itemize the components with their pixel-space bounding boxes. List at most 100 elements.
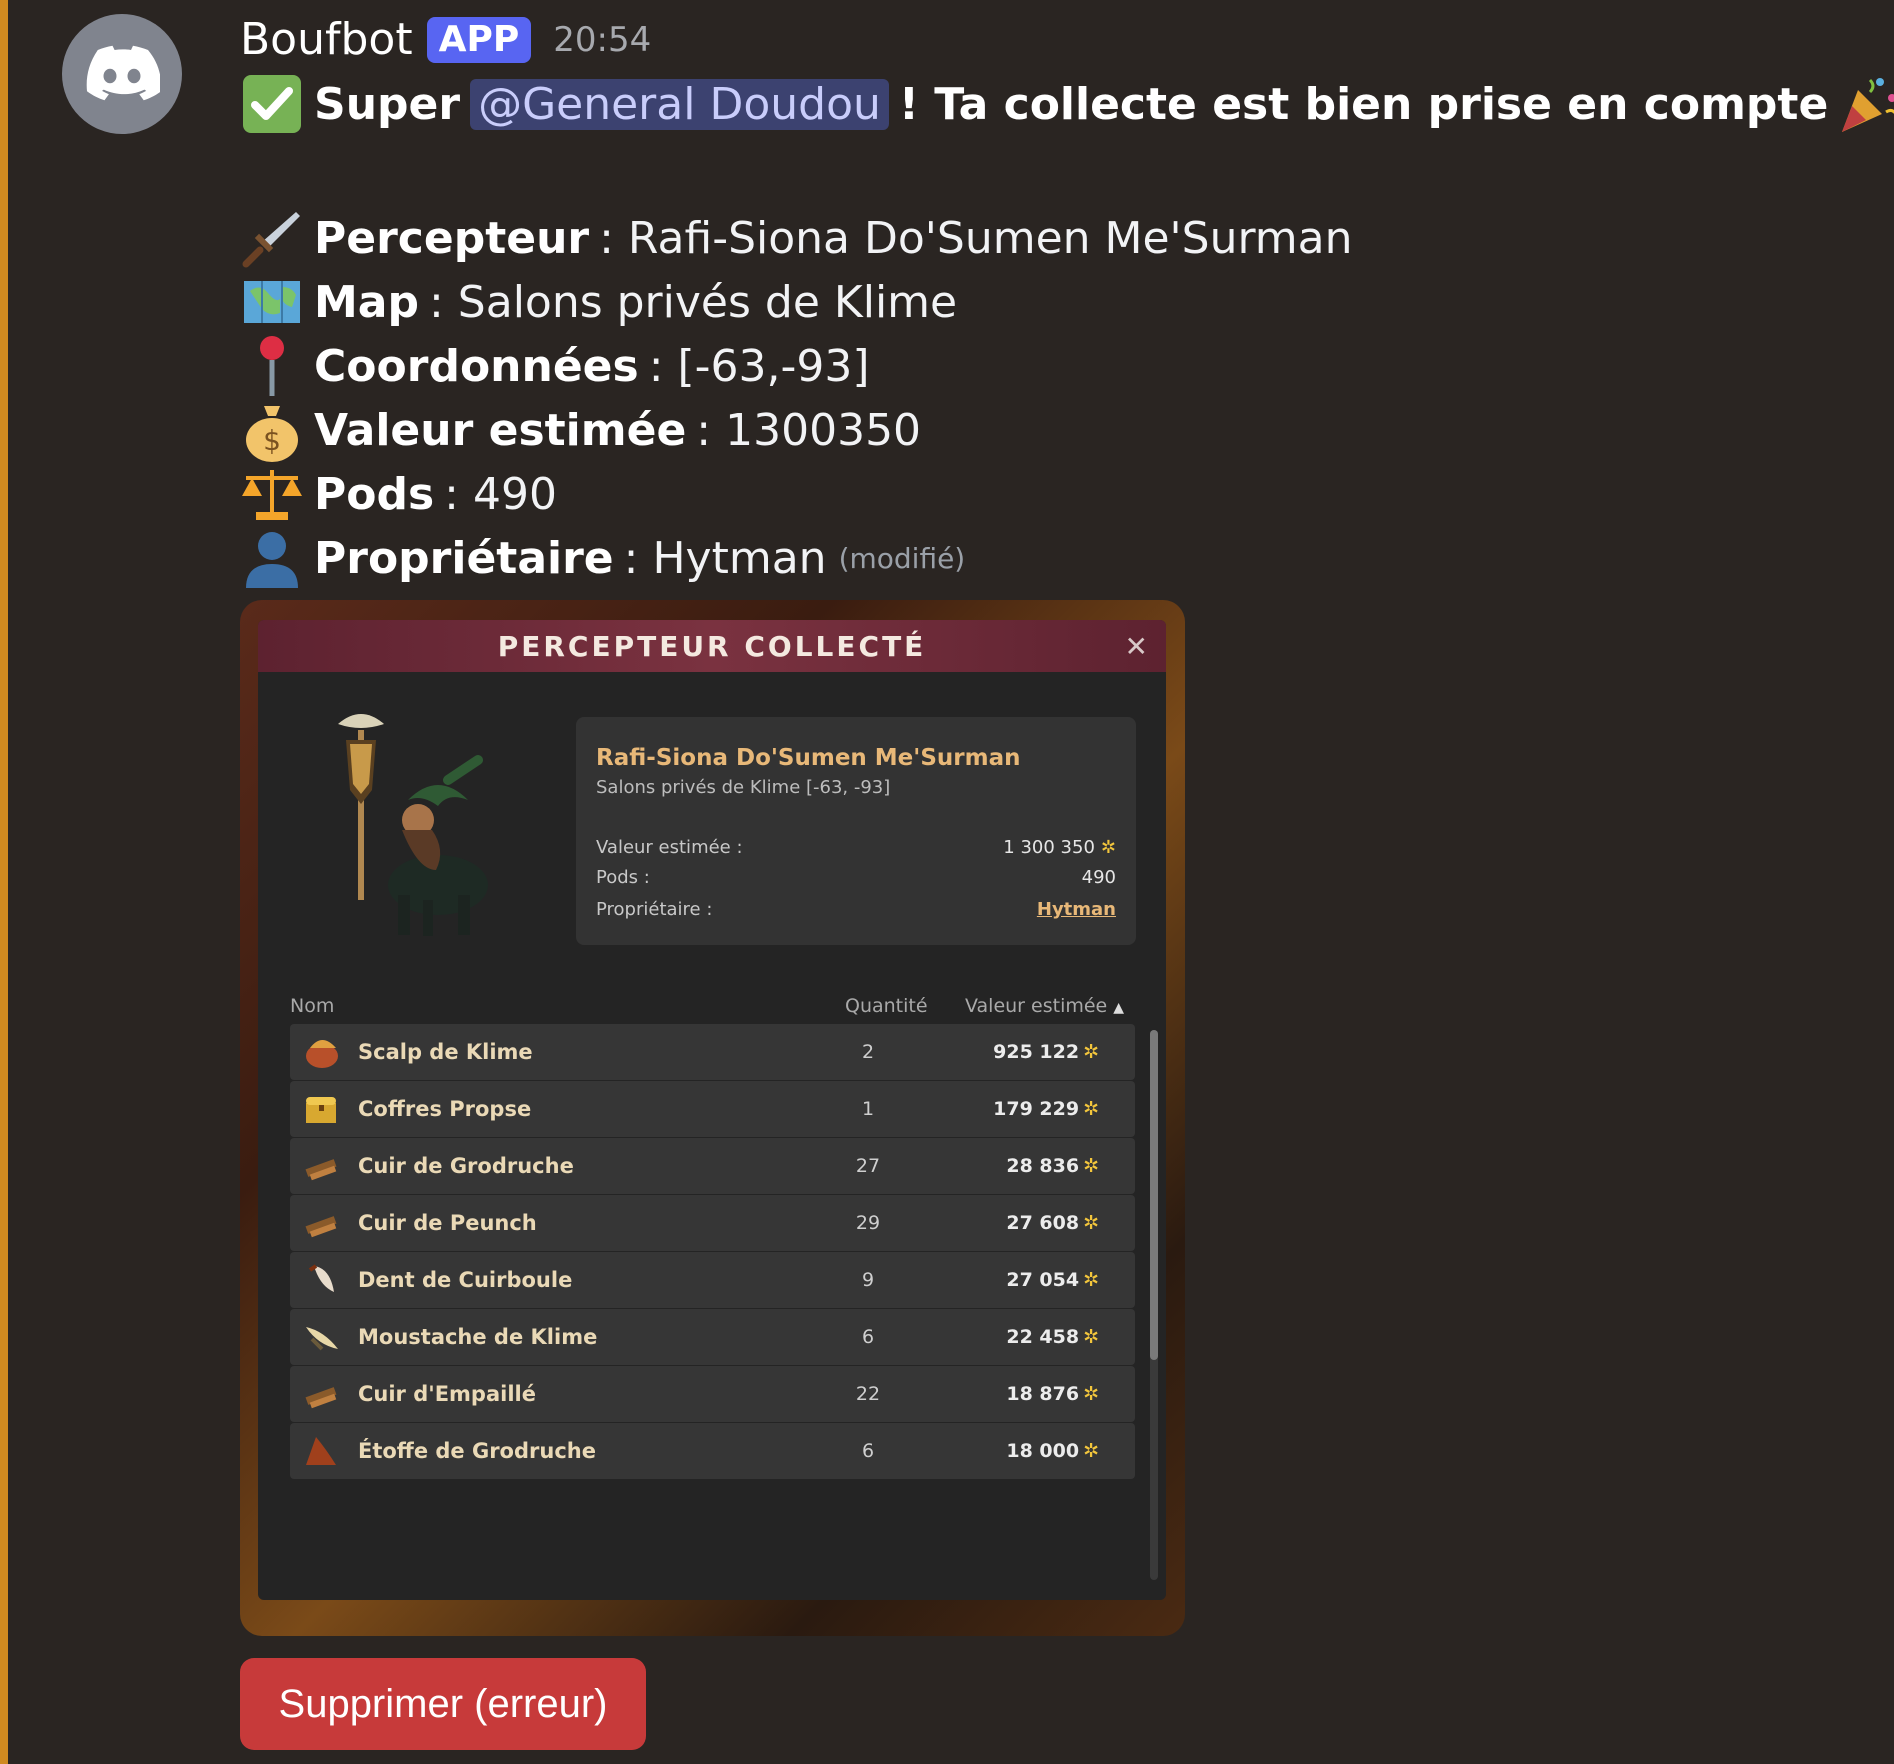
item-name: Moustache de Klime [358, 1325, 598, 1349]
message-header: Boufbot APP 20:54 [240, 14, 651, 65]
item-name: Cuir de Grodruche [358, 1154, 574, 1178]
item-value: 22 458 ✲ [1006, 1326, 1099, 1348]
field-percepteur: Percepteur : Rafi-Siona Do'Sumen Me'Surm… [240, 206, 1352, 270]
column-value-label: Valeur estimée [965, 995, 1108, 1017]
kama-icon: ✲ [1083, 1383, 1099, 1405]
info-row-value: Valeur estimée : 1 300 350 ✲ [596, 837, 1116, 858]
delete-error-button[interactable]: Supprimer (erreur) [240, 1658, 646, 1750]
field-pods: Pods : 490 [240, 462, 557, 526]
close-icon[interactable]: ✕ [1125, 630, 1148, 663]
item-value-amount: 28 836 [1006, 1155, 1080, 1177]
info-value: 1 300 350 ✲ [1003, 837, 1116, 858]
table-row[interactable]: Moustache de Klime 6 22 458 ✲ [290, 1309, 1135, 1365]
money-bag-icon: $ [240, 398, 304, 462]
table-row[interactable]: Dent de Cuirboule 9 27 054 ✲ [290, 1252, 1135, 1308]
column-value[interactable]: Valeur estimée ▲ [965, 995, 1124, 1017]
scrollbar[interactable] [1150, 1030, 1158, 1580]
table-row[interactable]: Cuir de Grodruche 27 28 836 ✲ [290, 1138, 1135, 1194]
field-value: : 490 [444, 468, 557, 520]
field-value-estimee: $ Valeur estimée : 1300350 [240, 398, 921, 462]
scalp-icon [300, 1032, 344, 1072]
item-name: Étoffe de Grodruche [358, 1439, 596, 1463]
kama-icon: ✲ [1100, 837, 1116, 858]
info-value-label: Valeur estimée : [596, 837, 743, 858]
panel-title-bar: PERCEPTEUR COLLECTÉ ✕ [258, 620, 1166, 672]
dagger-icon [240, 206, 304, 270]
item-value-amount: 179 229 [993, 1098, 1080, 1120]
collect-panel: PERCEPTEUR COLLECTÉ ✕ Rafi-Siona Do'Sume… [258, 620, 1166, 1600]
item-value: 179 229 ✲ [993, 1098, 1099, 1120]
collector-character-image [328, 710, 498, 940]
table-row[interactable]: Scalp de Klime 2 925 122 ✲ [290, 1024, 1135, 1080]
kama-icon: ✲ [1083, 1041, 1099, 1063]
field-label: Percepteur [314, 212, 590, 264]
info-row-pods: Pods : 490 [596, 867, 1116, 888]
app-badge: APP [426, 16, 532, 63]
discord-logo-icon [86, 45, 160, 101]
item-name: Coffres Propse [358, 1097, 532, 1121]
collector-info-card: Rafi-Siona Do'Sumen Me'Surman Salons pri… [576, 717, 1136, 945]
item-name: Scalp de Klime [358, 1040, 533, 1064]
info-owner-label: Propriétaire : [596, 899, 713, 920]
item-value-amount: 27 608 [1006, 1212, 1080, 1234]
person-icon [240, 526, 304, 590]
embed-image[interactable]: PERCEPTEUR COLLECTÉ ✕ Rafi-Siona Do'Sume… [240, 600, 1185, 1636]
info-value-amount: 1 300 350 [1003, 837, 1095, 858]
item-value: 28 836 ✲ [1006, 1155, 1099, 1177]
item-value: 18 000 ✲ [1006, 1440, 1099, 1462]
info-owner-link[interactable]: Hytman [1037, 899, 1116, 920]
scales-icon [240, 462, 304, 526]
column-quantity[interactable]: Quantité [845, 995, 928, 1017]
timestamp[interactable]: 20:54 [553, 20, 651, 60]
item-quantity: 1 [861, 1098, 875, 1120]
party-popper-icon [1836, 72, 1894, 136]
headline-suffix: ! Ta collecte est bien prise en compte [898, 78, 1829, 130]
kama-icon: ✲ [1083, 1098, 1099, 1120]
item-value-amount: 18 000 [1006, 1440, 1080, 1462]
table-row[interactable]: Coffres Propse 1 179 229 ✲ [290, 1081, 1135, 1137]
field-label: Pods [314, 468, 435, 520]
table-row[interactable]: Étoffe de Grodruche 6 18 000 ✲ [290, 1423, 1135, 1479]
collector-location: Salons privés de Klime [-63, -93] [596, 777, 891, 798]
leather-icon [300, 1374, 344, 1414]
item-quantity: 27 [855, 1155, 881, 1177]
info-pods: 490 [1081, 867, 1116, 888]
kama-icon: ✲ [1083, 1269, 1099, 1291]
field-map: Map : Salons privés de Klime [240, 270, 957, 334]
collector-name: Rafi-Siona Do'Sumen Me'Surman [596, 745, 1021, 771]
leather-icon [300, 1203, 344, 1243]
scrollbar-thumb[interactable] [1150, 1030, 1158, 1360]
kama-icon: ✲ [1083, 1155, 1099, 1177]
tooth-icon [300, 1260, 344, 1300]
kama-icon: ✲ [1083, 1212, 1099, 1234]
info-row-owner: Propriétaire : Hytman [596, 899, 1116, 920]
chest-icon [300, 1089, 344, 1129]
kama-icon: ✲ [1083, 1326, 1099, 1348]
table-row[interactable]: Cuir d'Empaillé 22 18 876 ✲ [290, 1366, 1135, 1422]
item-quantity: 9 [861, 1269, 875, 1291]
svg-text:$: $ [263, 424, 281, 457]
author-name[interactable]: Boufbot [240, 14, 413, 65]
moustache-icon [300, 1317, 344, 1357]
check-mark-icon [240, 72, 304, 136]
cloth-icon [300, 1431, 344, 1471]
field-label: Valeur estimée [314, 404, 687, 456]
item-quantity: 6 [861, 1440, 875, 1462]
item-value: 27 054 ✲ [1006, 1269, 1099, 1291]
user-mention[interactable]: @General Doudou [470, 78, 889, 130]
item-value-amount: 27 054 [1006, 1269, 1080, 1291]
item-name: Cuir de Peunch [358, 1211, 537, 1235]
field-value: : Hytman [623, 532, 827, 584]
item-quantity: 2 [861, 1041, 875, 1063]
item-name: Dent de Cuirboule [358, 1268, 573, 1292]
edited-indicator: (modifié) [838, 541, 966, 575]
field-label: Propriétaire [314, 532, 614, 584]
panel-title: PERCEPTEUR COLLECTÉ [497, 629, 927, 663]
table-row[interactable]: Cuir de Peunch 29 27 608 ✲ [290, 1195, 1135, 1251]
field-owner: Propriétaire : Hytman (modifié) [240, 526, 965, 590]
item-quantity: 29 [855, 1212, 881, 1234]
field-value: : Rafi-Siona Do'Sumen Me'Surman [599, 212, 1353, 264]
item-quantity: 6 [861, 1326, 875, 1348]
avatar[interactable] [62, 14, 182, 134]
column-name[interactable]: Nom [290, 995, 334, 1017]
